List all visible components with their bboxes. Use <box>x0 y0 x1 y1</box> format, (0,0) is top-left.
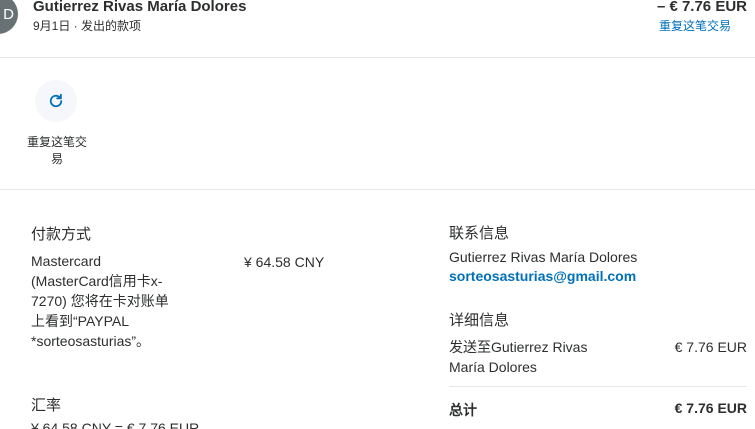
transaction-header: D Gutierrez Rivas María Dolores 9月1日 · 发… <box>0 0 755 58</box>
repeat-transaction-link[interactable]: 重复这笔交易 <box>659 17 731 34</box>
refresh-icon <box>49 93 63 108</box>
avatar: D <box>0 0 18 34</box>
counterparty-name: Gutierrez Rivas María Dolores <box>33 0 247 15</box>
repeat-transaction-label: 重复这笔交易 <box>26 135 87 166</box>
details-title: 详细信息 <box>449 312 510 329</box>
exchange-rate-value: ¥ 64.58 CNY = € 7.76 EUR <box>31 420 200 429</box>
contact-email-link[interactable]: sorteosasturias@gmail.com <box>449 268 636 284</box>
repeat-transaction-button[interactable] <box>35 80 77 122</box>
transaction-amount: – € 7.76 EUR <box>656 0 747 15</box>
payment-amount: ¥ 64.58 CNY <box>244 254 325 270</box>
total-amount: € 7.76 EUR <box>674 400 747 416</box>
exchange-rate-title: 汇率 <box>31 397 62 414</box>
payment-method-title: 付款方式 <box>31 226 92 243</box>
avatar-initial: D <box>3 5 14 23</box>
payment-card-description: Mastercard (MasterCard信用卡x-7270) 您将在卡对账单… <box>31 253 169 349</box>
actions-bar: 重复这笔交易 <box>0 58 755 190</box>
details-divider <box>449 386 747 387</box>
contact-info-title: 联系信息 <box>449 225 510 242</box>
transaction-date-type: 9月1日 · 发出的款项 <box>33 19 142 33</box>
contact-name: Gutierrez Rivas María Dolores <box>449 249 638 265</box>
details-sent-amount: € 7.76 EUR <box>674 339 747 355</box>
details-sent-to: 发送至Gutierrez Rivas María Dolores <box>449 339 588 375</box>
total-label: 总计 <box>449 402 477 418</box>
